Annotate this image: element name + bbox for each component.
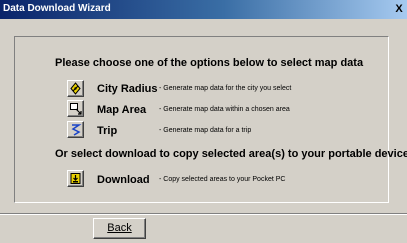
options-panel: Please choose one of the options below t… (14, 36, 407, 203)
download-heading: Or select download to copy selected area… (55, 148, 407, 160)
title-bar: Data Download Wizard (0, 0, 407, 19)
city-radius-label: City Radius (97, 83, 158, 95)
download-button[interactable] (67, 170, 84, 187)
download-label: Download (97, 174, 150, 186)
trip-button[interactable] (67, 121, 84, 138)
city-radius-description: - Generate map data for the city you sel… (159, 85, 292, 92)
download-description: - Copy selected areas to your Pocket PC (159, 176, 286, 183)
footer-divider (0, 213, 407, 215)
map-area-button[interactable] (67, 100, 84, 117)
city-radius-icon (70, 82, 81, 95)
trip-description: - Generate map data for a trip (159, 127, 252, 134)
download-icon (70, 173, 81, 184)
window-title: Data Download Wizard (3, 3, 111, 14)
back-button[interactable]: Back (93, 218, 146, 239)
trip-icon (71, 124, 82, 136)
options-heading: Please choose one of the options below t… (55, 57, 364, 69)
trip-label: Trip (97, 125, 118, 137)
map-area-icon (70, 103, 82, 115)
back-button-label: Back (107, 222, 132, 234)
city-radius-button[interactable] (67, 80, 84, 97)
map-area-description: - Generate map data within a chosen area (159, 106, 290, 113)
close-button[interactable]: X (393, 3, 405, 16)
map-area-label: Map Area (97, 104, 147, 116)
